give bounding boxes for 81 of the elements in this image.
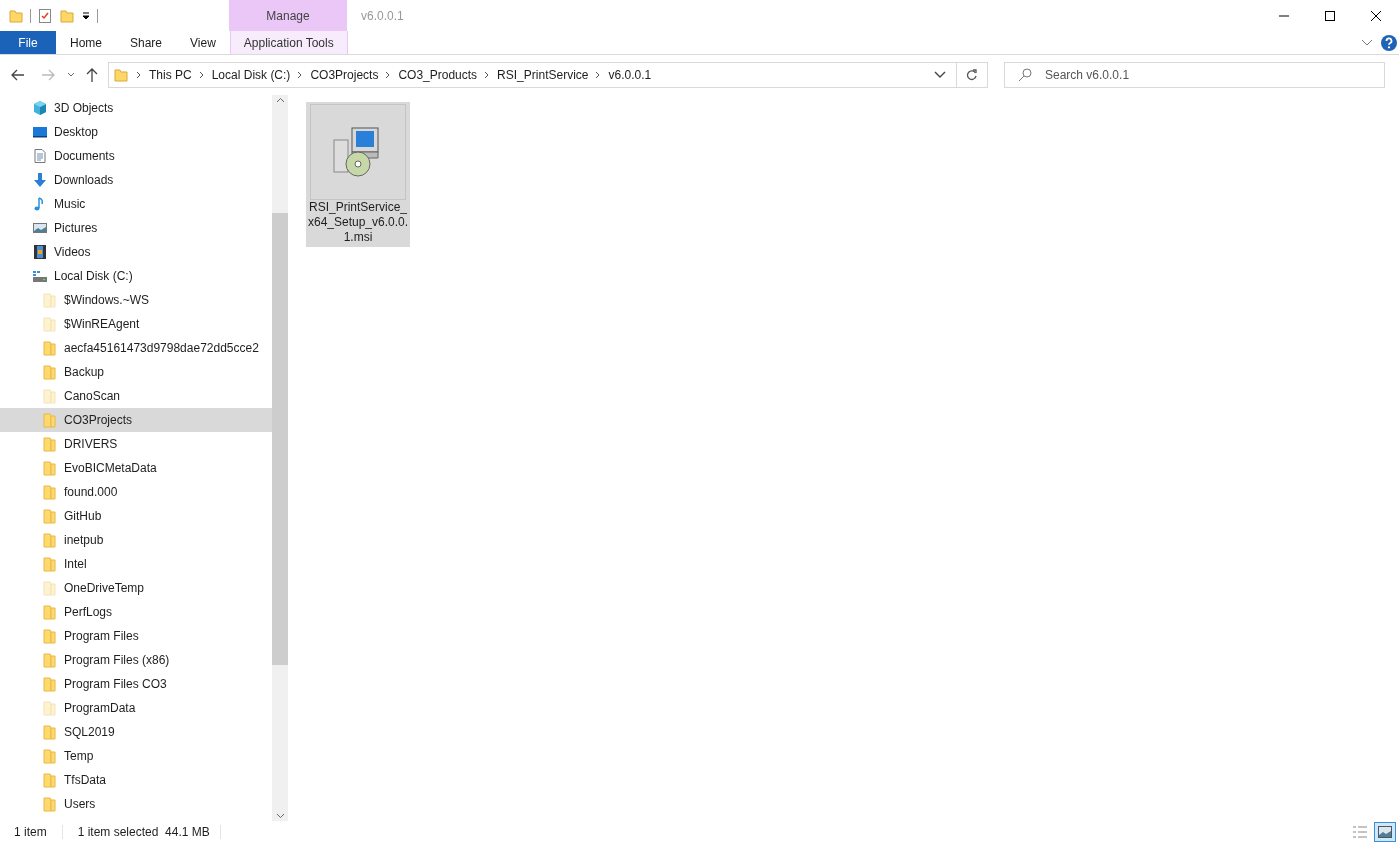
nav-item[interactable]: $WinREAgent (0, 312, 272, 336)
picture-icon (1377, 824, 1393, 839)
cube-icon (32, 100, 48, 116)
nav-item[interactable]: DRIVERS (0, 432, 272, 456)
nav-item[interactable]: Intel (0, 552, 272, 576)
scrollbar[interactable] (272, 95, 288, 821)
chevron-right-icon (484, 71, 491, 79)
chevron-right-icon (136, 71, 142, 79)
breadcrumb[interactable]: Local Disk (C:) (211, 66, 291, 84)
picture-icon (32, 220, 48, 236)
nav-item[interactable]: OneDriveTemp (0, 576, 272, 600)
nav-item[interactable]: GitHub (0, 504, 272, 528)
film-strip-icon (32, 244, 48, 260)
nav-item[interactable]: Music (0, 192, 272, 216)
nav-item[interactable]: inetpub (0, 528, 272, 552)
nav-item[interactable]: Downloads (0, 168, 272, 192)
download-arrow-icon (32, 172, 48, 188)
properties-icon[interactable] (37, 7, 53, 24)
item-count: 1 item (14, 823, 47, 841)
monitor-icon (32, 124, 48, 140)
breadcrumb[interactable]: v6.0.0.1 (608, 66, 652, 84)
selection-info: 1 item selected 44.1 MB (77, 823, 210, 841)
file-tab[interactable]: File (0, 31, 56, 54)
nav-item[interactable]: CO3Projects (0, 408, 272, 432)
nav-item[interactable]: Users (0, 792, 272, 816)
window-title: v6.0.0.1 (360, 7, 404, 25)
nav-item[interactable]: aecfa45161473d9798dae72dd5cce2 (0, 336, 272, 360)
nav-item[interactable]: Temp (0, 744, 272, 768)
up-arrow-icon[interactable] (84, 67, 100, 83)
nav-item[interactable]: TfsData (0, 768, 272, 792)
chevron-right-icon (385, 71, 392, 79)
ribbon-tab[interactable]: View (176, 31, 230, 54)
nav-item[interactable]: Program Files (0, 624, 272, 648)
nav-item[interactable]: found.000 (0, 480, 272, 504)
ribbon-tab[interactable]: Home (56, 31, 116, 54)
nav-item[interactable]: Documents (0, 144, 272, 168)
chevron-down-icon[interactable] (934, 71, 946, 79)
nav-item[interactable]: Pictures (0, 216, 272, 240)
nav-item[interactable]: 3D Objects (0, 96, 272, 120)
nav-item[interactable]: Local Disk (C:) (0, 264, 272, 288)
chevron-right-icon (595, 71, 602, 79)
search-icon (1018, 68, 1032, 82)
chevron-right-icon (297, 71, 304, 79)
nav-item[interactable]: PerfLogs (0, 600, 272, 624)
context-tab-group: Manage (229, 0, 347, 31)
breadcrumb[interactable]: This PC (149, 66, 192, 84)
file-name: RSI_PrintService_ x64_Setup_v6.0.0. 1.msi (306, 200, 410, 245)
chevron-right-icon (198, 71, 205, 79)
refresh-icon (966, 69, 978, 81)
nav-item[interactable]: ProgramData (0, 696, 272, 720)
nav-item[interactable]: Program Files CO3 (0, 672, 272, 696)
file-item[interactable]: RSI_PrintService_ x64_Setup_v6.0.0. 1.msi (306, 102, 410, 247)
nav-item[interactable]: $Windows.~WS (0, 288, 272, 312)
nav-item[interactable]: CanoScan (0, 384, 272, 408)
details-list-icon (1352, 824, 1368, 839)
ribbon-tab[interactable]: Share (116, 31, 177, 54)
close-icon (1371, 10, 1381, 21)
dropdown-icon[interactable] (81, 10, 91, 21)
document-icon (32, 148, 48, 164)
breadcrumb[interactable]: CO3Projects (310, 66, 379, 84)
nav-item[interactable]: SQL2019 (0, 720, 272, 744)
address-bar[interactable]: This PC Local Disk (C:) CO3Projects CO3_Products RSI_PrintService v6.0.0.1 (108, 62, 988, 88)
large-icons-view-button[interactable] (1374, 821, 1396, 842)
nav-item[interactable]: Videos (0, 240, 272, 264)
scroll-up-icon[interactable] (275, 97, 285, 103)
nav-item[interactable]: Desktop (0, 120, 272, 144)
scroll-down-icon[interactable] (275, 813, 285, 819)
scrollbar-thumb[interactable] (272, 213, 288, 665)
nav-item[interactable]: Program Files (x86) (0, 648, 272, 672)
nav-item[interactable]: EvoBICMetaData (0, 456, 272, 480)
nav-item[interactable]: Backup (0, 360, 272, 384)
ribbon-tab[interactable]: Application Tools (229, 31, 348, 54)
maximize-icon (1325, 10, 1335, 21)
breadcrumb[interactable]: CO3_Products (398, 66, 478, 84)
help-icon[interactable] (1381, 34, 1397, 51)
drive-icon (32, 268, 48, 284)
back-arrow-icon[interactable] (10, 67, 26, 83)
search-field[interactable]: Search v6.0.0.1 (1004, 62, 1385, 88)
breadcrumb[interactable]: RSI_PrintService (497, 66, 589, 84)
folder-icon (113, 67, 129, 83)
chevron-down-icon[interactable] (1361, 38, 1373, 47)
